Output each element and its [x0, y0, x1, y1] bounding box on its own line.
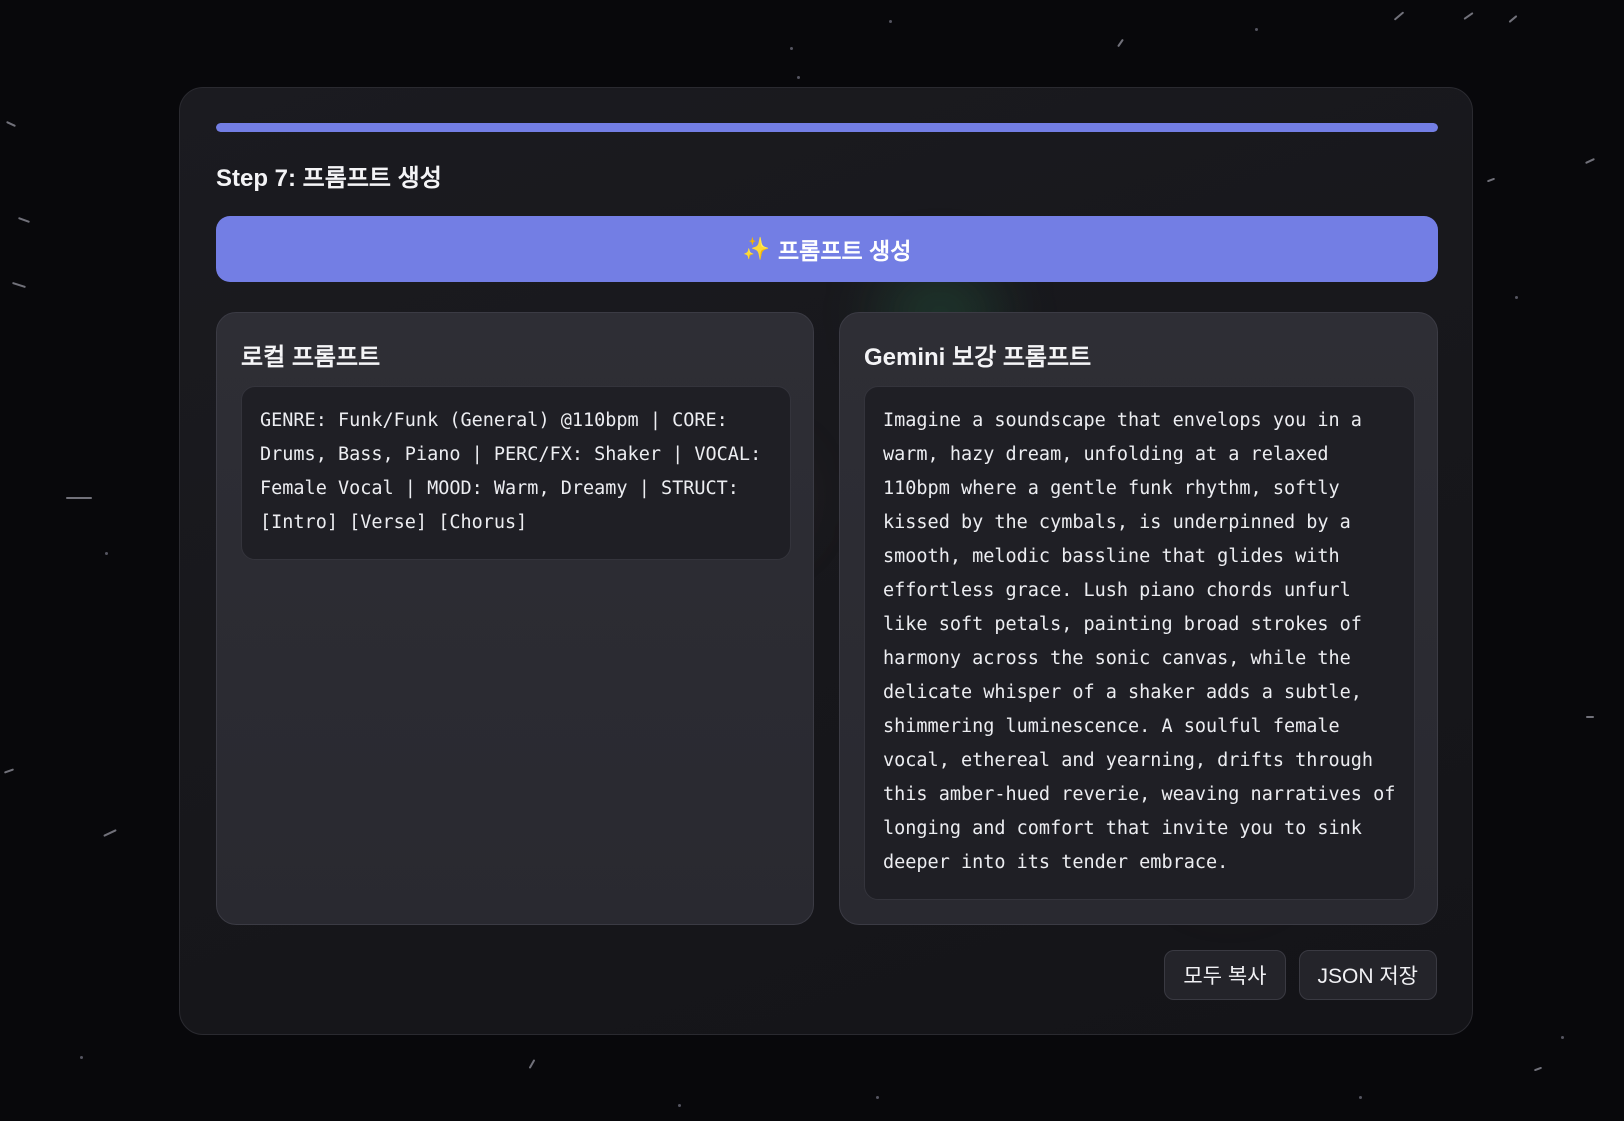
background-streak: [1393, 11, 1405, 21]
save-json-button[interactable]: JSON 저장: [1298, 950, 1437, 1000]
background-star: [889, 20, 892, 23]
progress-bar: [216, 123, 1438, 132]
background-streak: [66, 497, 92, 499]
background-streak: [3, 768, 15, 774]
action-bar: 모두 복사 JSON 저장: [1164, 950, 1437, 1000]
gemini-prompt-card: Gemini 보강 프롬프트 Imagine a soundscape that…: [839, 312, 1438, 925]
gemini-prompt-title: Gemini 보강 프롬프트: [864, 344, 1092, 371]
background-star: [1255, 28, 1258, 31]
gemini-prompt-text[interactable]: Imagine a soundscape that envelops you i…: [864, 386, 1415, 900]
prompt-step-panel: Step 7: 프롬프트 생성 ✨ 프롬프트 생성 로컬 프롬프트 GENRE:…: [179, 87, 1473, 1035]
background-star: [1515, 296, 1518, 299]
local-prompt-text[interactable]: GENRE: Funk/Funk (General) @110bpm | COR…: [241, 386, 791, 560]
copy-all-button[interactable]: 모두 복사: [1164, 950, 1286, 1000]
background-streak: [1586, 716, 1594, 718]
background-streak: [1117, 38, 1124, 48]
background-streak: [1585, 157, 1595, 165]
background-streak: [12, 281, 26, 289]
sparkles-icon: ✨: [742, 236, 771, 261]
background-star: [1359, 1096, 1362, 1099]
background-streak: [1486, 177, 1496, 183]
generate-prompt-button[interactable]: ✨ 프롬프트 생성: [216, 216, 1438, 282]
generate-prompt-label: 프롬프트 생성: [778, 238, 912, 264]
background-streak: [528, 1059, 536, 1069]
background-streak: [6, 120, 16, 128]
local-prompt-card: 로컬 프롬프트 GENRE: Funk/Funk (General) @110b…: [216, 312, 814, 925]
background-star: [80, 1056, 83, 1059]
step-title: Step 7: 프롬프트 생성: [216, 165, 442, 192]
background-streak: [1508, 15, 1518, 23]
background-star: [678, 1104, 681, 1107]
background-streak: [103, 829, 117, 837]
background-star: [790, 47, 793, 50]
local-prompt-title: 로컬 프롬프트: [241, 344, 381, 371]
progress-bar-fill: [216, 123, 1438, 132]
background-star: [1561, 1036, 1564, 1039]
background-streak: [18, 217, 30, 223]
background-star: [105, 552, 108, 555]
background-streak: [1533, 1066, 1543, 1072]
background-star: [797, 76, 800, 79]
background-streak: [1463, 12, 1474, 20]
background-star: [876, 1096, 879, 1099]
